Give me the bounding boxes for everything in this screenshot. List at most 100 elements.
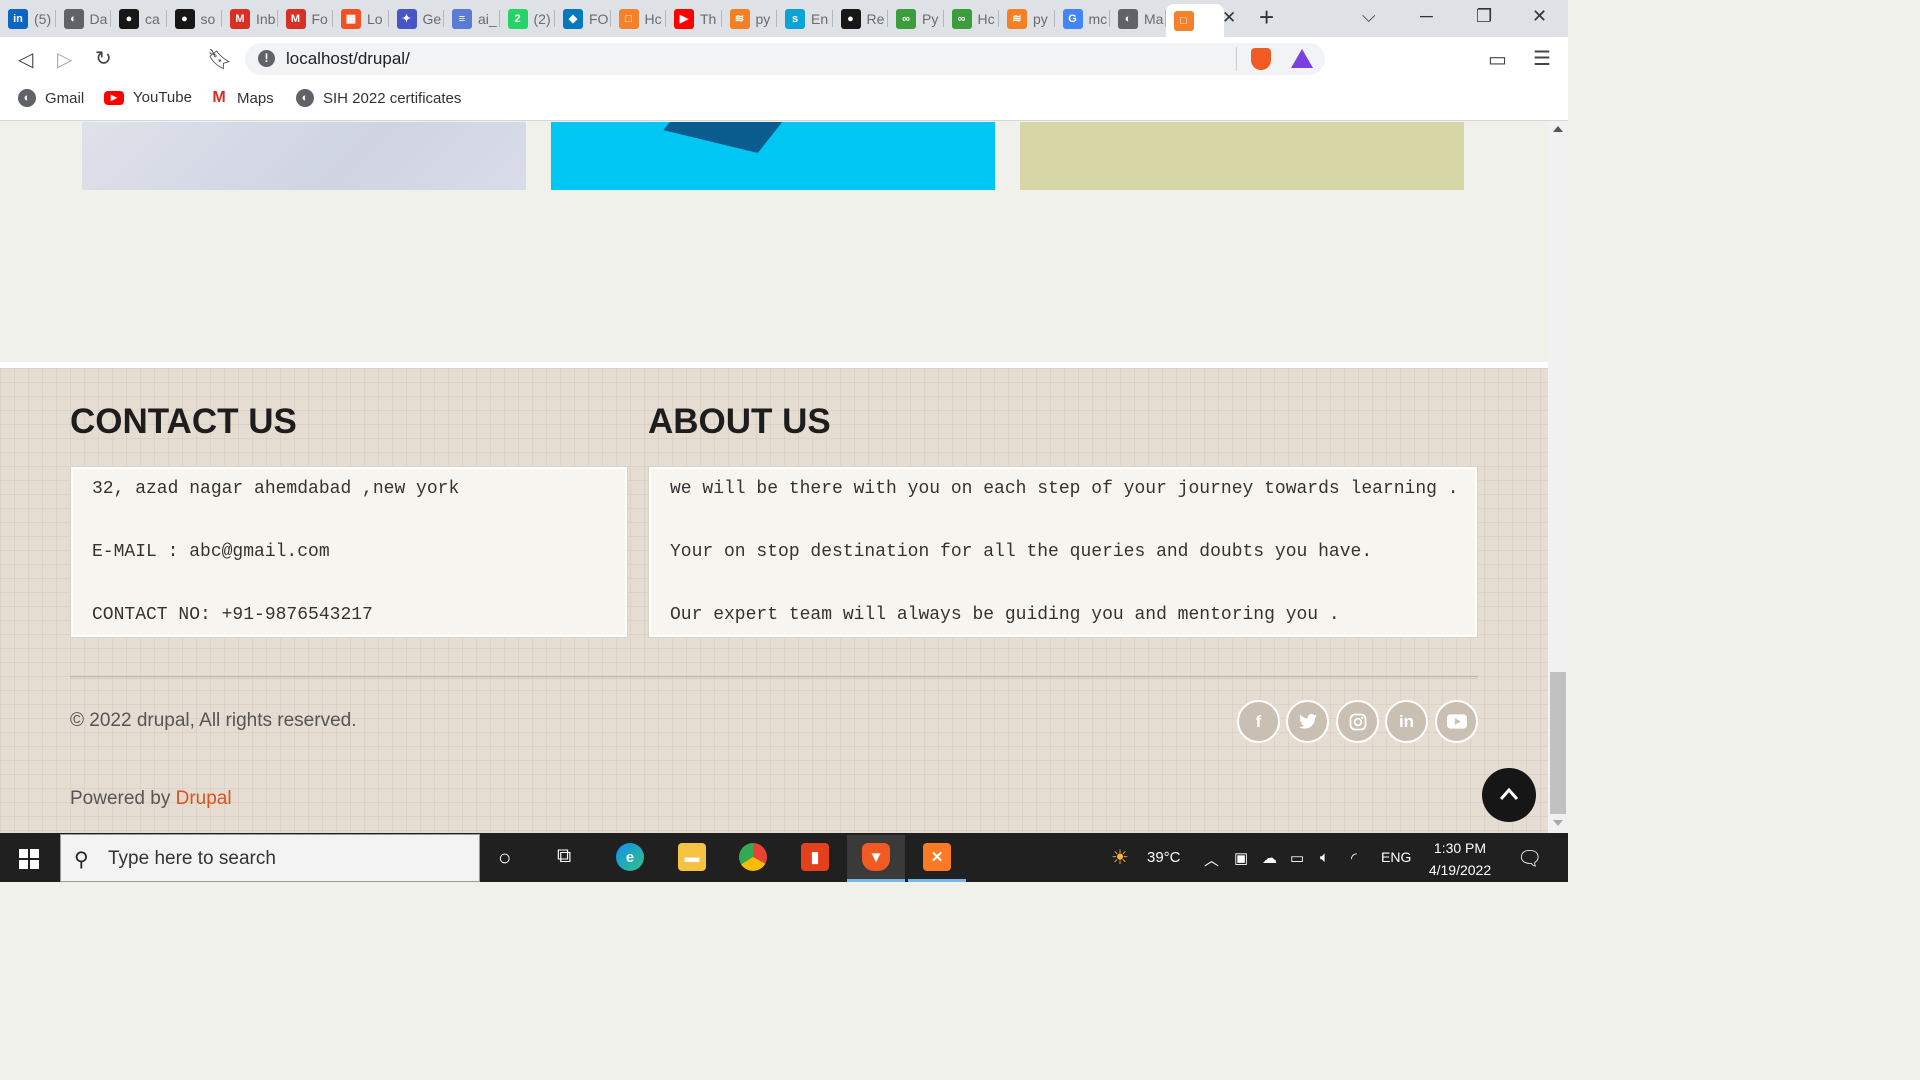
browser-tab[interactable]: ● so	[167, 0, 223, 37]
browser-tab[interactable]: ◐ Da	[56, 0, 112, 37]
about-box: we will be there with you on each step o…	[648, 466, 1478, 638]
browser-tab[interactable]: ∞ Hc	[944, 0, 1000, 37]
facebook-icon[interactable]: f	[1237, 700, 1280, 743]
close-window-button[interactable]: ✕	[1532, 6, 1547, 27]
search-icon: ⚲	[74, 849, 89, 871]
system-clock[interactable]: 1:30 PM 4/19/2022	[1420, 837, 1500, 881]
bookmark-sih-certificates[interactable]: ◐ SIH 2022 certificates	[296, 89, 461, 107]
browser-tab[interactable]: Gmc	[1055, 0, 1111, 37]
globe-icon: ◐	[1118, 8, 1138, 29]
browser-tab[interactable]: in (5)	[0, 0, 56, 37]
office-icon[interactable]: ▮	[801, 843, 829, 871]
spacy-icon: s	[785, 8, 805, 29]
card-image-1[interactable]	[82, 122, 526, 190]
whatsapp-icon: 2	[507, 8, 528, 29]
browser-tab[interactable]: ▦ Lo	[333, 0, 389, 37]
browser-tab[interactable]: ≋ py	[722, 0, 778, 37]
tab-label: py	[1033, 10, 1048, 27]
tab-label: ca	[145, 10, 160, 27]
restore-button[interactable]: ❐	[1476, 6, 1492, 27]
wallet-icon[interactable]: ▭	[1488, 47, 1507, 72]
browser-tab[interactable]: ● ca	[111, 0, 167, 37]
browser-tab[interactable]: □	[1165, 4, 1224, 37]
bookmark-gmail[interactable]: ◐ Gmail	[18, 89, 84, 107]
browser-tab[interactable]: □ Hc	[611, 0, 667, 37]
back-to-top-button[interactable]	[1482, 768, 1536, 822]
scroll-up-arrow-icon[interactable]	[1553, 126, 1563, 132]
contact-heading: CONTACT US	[70, 402, 297, 441]
card-image-2[interactable]	[551, 122, 995, 190]
powered-by-label: Powered by	[70, 788, 171, 809]
task-view-icon[interactable]: ⧉	[557, 845, 571, 868]
browser-tab[interactable]: ● Re	[833, 0, 889, 37]
scroll-down-arrow-icon[interactable]	[1553, 820, 1563, 826]
orange-square-icon: □	[1173, 10, 1194, 31]
tab-strip: in (5) ◐ Da ● ca ● so M Inb M Fo ▦ Lo ✦ Ge ≡ ai_ 2 (2) ◆ FO □ H…	[0, 0, 1568, 37]
bookmark-icon[interactable]: 🔖︎	[207, 47, 232, 72]
xampp-icon[interactable]: ✕	[923, 843, 951, 871]
browser-tab[interactable]: ≋ py	[999, 0, 1055, 37]
browser-tab[interactable]: 2 (2)	[500, 0, 556, 37]
site-footer: CONTACT US ABOUT US 32, azad nagar ahemd…	[0, 368, 1548, 833]
bookmark-youtube[interactable]: ▶ YouTube	[104, 89, 192, 106]
windows-start-button[interactable]	[19, 849, 39, 869]
minimize-button[interactable]: ─	[1420, 6, 1433, 27]
browser-tab[interactable]: ◆ FO	[555, 0, 611, 37]
chevron-up-icon	[1499, 787, 1519, 800]
gmail-icon: M	[212, 89, 226, 106]
browser-tab[interactable]: ∞ Py	[888, 0, 944, 37]
clock-date: 4/19/2022	[1428, 862, 1492, 878]
site-info-icon[interactable]: !	[258, 50, 275, 67]
google-icon: G	[1062, 8, 1083, 29]
wifi-icon[interactable]: ◜	[1351, 849, 1357, 867]
edge-icon[interactable]: e	[616, 843, 644, 871]
tab-label: Inb	[256, 10, 276, 27]
tab-label: so	[200, 10, 216, 27]
browser-tab[interactable]: s En	[777, 0, 833, 37]
drupal-link[interactable]: Drupal	[176, 788, 232, 809]
browser-tab[interactable]: ≡ ai_	[444, 0, 500, 37]
language-indicator[interactable]: ENG	[1381, 849, 1411, 865]
scrollbar-thumb[interactable]	[1550, 672, 1566, 814]
volume-icon[interactable]: 🔈︎	[1320, 849, 1329, 866]
browser-tab[interactable]: ▶ Th	[666, 0, 722, 37]
tab-search-chevron-icon[interactable]: ⌵	[1362, 6, 1376, 27]
brave-rewards-icon[interactable]	[1291, 49, 1313, 68]
contact-box: 32, azad nagar ahemdabad ,new york E-MAI…	[70, 466, 628, 638]
close-tab-icon[interactable]: ✕	[1222, 8, 1236, 28]
meet-now-icon[interactable]: ▣	[1234, 849, 1248, 867]
tab-label: Fo	[311, 10, 328, 27]
browser-tab[interactable]: ✦ Ge	[389, 0, 445, 37]
back-button[interactable]: ◁	[18, 47, 33, 72]
bookmark-maps[interactable]: M Maps	[210, 89, 273, 107]
twitter-icon[interactable]	[1286, 700, 1329, 743]
youtube-icon[interactable]	[1435, 700, 1478, 743]
browser-tab[interactable]: ◐ Ma	[1110, 0, 1166, 37]
tray-chevron-up-icon[interactable]: ︿	[1204, 849, 1219, 870]
brave-shields-icon[interactable]	[1251, 48, 1271, 70]
github-icon: ●	[119, 8, 139, 29]
new-tab-button[interactable]: +	[1259, 2, 1274, 33]
weather-temperature[interactable]: 39°C	[1147, 849, 1181, 866]
chrome-icon[interactable]	[739, 843, 767, 871]
browser-tab[interactable]: M Inb	[222, 0, 278, 37]
weather-icon[interactable]: ☀	[1111, 845, 1129, 870]
brave-icon[interactable]: ▼	[862, 843, 890, 871]
cortana-icon[interactable]: ○	[498, 845, 511, 871]
forward-button[interactable]: ▷	[57, 47, 72, 72]
menu-icon[interactable]: ☰	[1533, 46, 1551, 71]
url-text[interactable]: localhost/drupal/	[286, 49, 410, 69]
battery-icon[interactable]: ▭	[1290, 849, 1304, 867]
card-image-shape	[663, 122, 789, 153]
linkedin-icon[interactable]: in	[1385, 700, 1428, 743]
notifications-icon[interactable]: 🗨︎	[1517, 846, 1542, 871]
onedrive-icon[interactable]: ☁	[1262, 849, 1277, 867]
browser-tab[interactable]: M Fo	[278, 0, 334, 37]
file-explorer-icon[interactable]: ▬	[678, 843, 706, 871]
instagram-icon[interactable]	[1336, 700, 1379, 743]
reload-button[interactable]: ↻	[95, 46, 112, 71]
infinity-icon: ∞	[951, 8, 972, 29]
orange-square-icon: □	[618, 8, 639, 29]
taskbar-search-placeholder[interactable]: Type here to search	[108, 848, 276, 870]
card-image-3[interactable]	[1020, 122, 1464, 190]
